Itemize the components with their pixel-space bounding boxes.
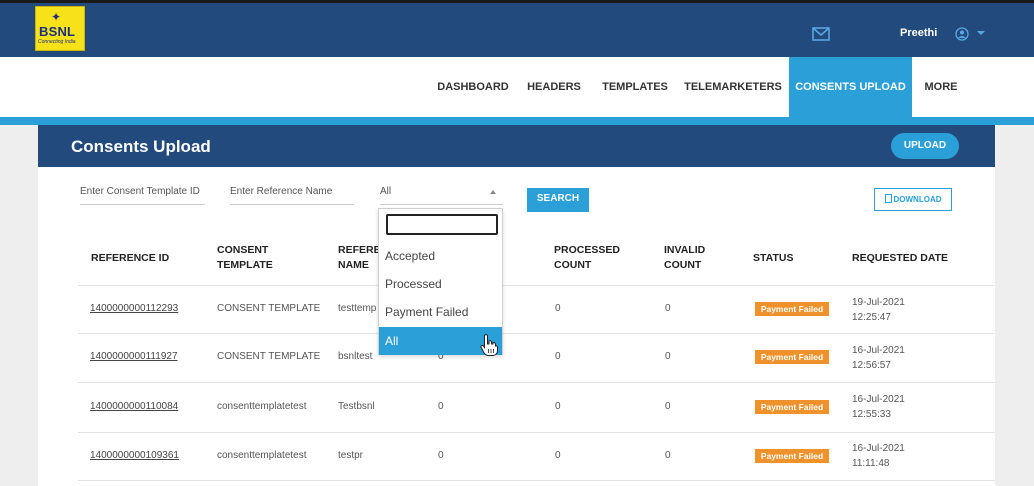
date-cell: 16-Jul-2021	[852, 394, 905, 405]
status-badge: Payment Failed	[755, 400, 829, 414]
dropdown-option-accepted[interactable]: Accepted	[379, 242, 502, 270]
dropdown-option-payment-failed[interactable]: Payment Failed	[379, 298, 502, 326]
invalid-cell: 0	[665, 450, 671, 461]
processed-cell: 0	[555, 401, 561, 412]
count-cell: 0	[438, 401, 444, 412]
nav-headers[interactable]: HEADERS	[521, 57, 587, 117]
top-bar: ✦ BSNL Connecting India Preethi	[0, 0, 1034, 57]
logo-swoosh-icon: ✦	[51, 10, 62, 24]
main-nav: DASHBOARD HEADERS TEMPLATES TELEMARKETER…	[0, 57, 1034, 117]
page-title: Consents Upload	[71, 137, 211, 156]
download-label: DOWNLOAD	[893, 195, 942, 204]
nav-telemarketers[interactable]: TELEMARKETERS	[683, 57, 783, 117]
nav-consents-upload[interactable]: CONSENTS UPLOAD	[789, 57, 912, 117]
mail-icon[interactable]	[812, 27, 830, 41]
processed-cell: 0	[555, 351, 561, 362]
name-cell: testpr	[338, 450, 364, 461]
reference-name-input[interactable]: Enter Reference Name	[230, 186, 354, 205]
row-divider	[78, 285, 995, 286]
hand-pointer-icon	[480, 334, 498, 356]
dropdown-option-processed[interactable]: Processed	[379, 270, 502, 298]
col-consent-template: CONSENT TEMPLATE	[217, 244, 273, 271]
col-reference-id: REFERENCE ID	[91, 252, 170, 264]
col-reference-name: REFEREN NAME	[338, 244, 389, 271]
template-id-input[interactable]: Enter Consent Template ID	[80, 186, 205, 205]
row-divider	[78, 432, 995, 433]
status-badge: Payment Failed	[755, 350, 829, 364]
col-requested-date: REQUESTED DATE	[852, 252, 949, 264]
reference-id-link[interactable]: 1400000000111927	[90, 351, 178, 362]
processed-cell: 0	[555, 303, 561, 314]
count-cell: 0	[438, 450, 444, 461]
card-header: Consents Upload UPLOAD	[38, 125, 995, 167]
upload-button[interactable]: UPLOAD	[891, 133, 959, 159]
status-badge: Payment Failed	[755, 302, 829, 316]
time-cell: 12:55:33	[852, 409, 891, 420]
time-cell: 11:11:48	[852, 458, 890, 469]
date-cell: 16-Jul-2021	[852, 345, 905, 356]
logo-tagline: Connecting India	[38, 39, 76, 45]
search-button[interactable]: SEARCH	[527, 188, 589, 212]
caret-up-icon	[490, 190, 496, 194]
user-name[interactable]: Preethi	[900, 27, 937, 39]
dropdown-search-input[interactable]	[386, 214, 498, 235]
template-cell: CONSENT TEMPLATE	[217, 351, 321, 362]
template-cell: CONSENT TEMPLATE	[217, 303, 321, 314]
col-invalid-count: INVALID COUNT	[664, 244, 706, 271]
nav-accent-strip	[0, 117, 1034, 125]
row-divider	[78, 480, 995, 481]
row-divider	[78, 333, 995, 334]
name-cell: testtemp	[338, 303, 377, 314]
invalid-cell: 0	[665, 401, 671, 412]
reference-id-link[interactable]: 1400000000109361	[90, 450, 179, 461]
template-cell: consenttemplatetest	[217, 450, 307, 461]
consents-upload-card: Consents Upload UPLOAD Enter Consent Tem…	[38, 125, 995, 486]
nav-dashboard[interactable]: DASHBOARD	[432, 57, 514, 117]
logo-text: BSNL	[39, 24, 76, 39]
nav-more[interactable]: MORE	[912, 57, 970, 117]
status-badge: Payment Failed	[755, 449, 829, 463]
time-cell: 12:56:57	[852, 360, 891, 371]
date-cell: 19-Jul-2021	[852, 297, 905, 308]
processed-cell: 0	[555, 450, 561, 461]
col-status: STATUS	[753, 252, 794, 264]
name-cell: Testbsnl	[338, 401, 375, 412]
document-icon	[884, 194, 892, 203]
col-processed-count: PROCESSED COUNT	[554, 244, 620, 271]
status-select-value: All	[380, 186, 392, 197]
nav-templates[interactable]: TEMPLATES	[595, 57, 675, 117]
row-divider	[78, 382, 995, 383]
caret-down-icon[interactable]	[977, 31, 985, 35]
template-cell: consenttemplatetest	[217, 401, 307, 412]
user-icon[interactable]	[955, 27, 969, 41]
reference-id-link[interactable]: 1400000000112293	[90, 303, 178, 314]
time-cell: 12:25:47	[852, 312, 891, 323]
reference-id-link[interactable]: 1400000000110084	[90, 401, 178, 412]
invalid-cell: 0	[665, 351, 671, 362]
invalid-cell: 0	[665, 303, 671, 314]
download-button[interactable]: DOWNLOAD	[874, 188, 952, 211]
name-cell: bsnltest	[338, 351, 373, 362]
bsnl-logo[interactable]: ✦ BSNL Connecting India	[35, 6, 85, 51]
date-cell: 16-Jul-2021	[852, 443, 905, 454]
status-select[interactable]: All	[380, 186, 503, 205]
